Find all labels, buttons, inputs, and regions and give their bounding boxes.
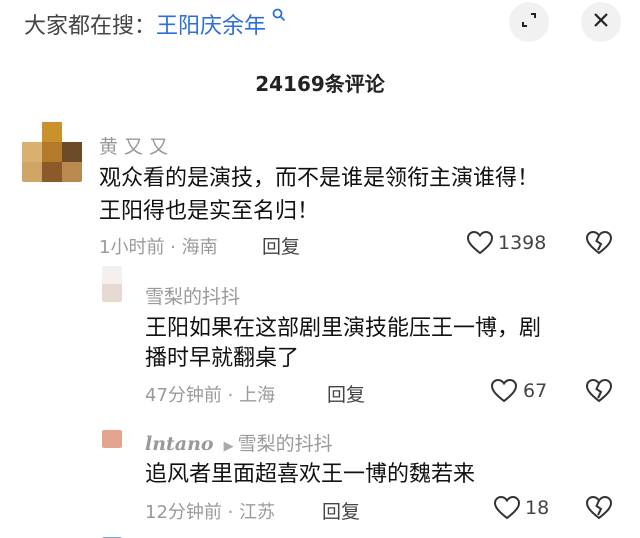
- collapse-button[interactable]: [509, 2, 549, 42]
- comment-text-line1: 观众看的是演技，而不是谁是领衔主演谁得！: [99, 166, 540, 191]
- dislike-button[interactable]: [586, 231, 612, 255]
- reply-username[interactable]: 雪梨的抖抖: [145, 282, 240, 309]
- reply-text-line1: 王阳如果在这部剧里演技能压王一博，剧: [145, 316, 542, 341]
- avatar[interactable]: [102, 266, 122, 302]
- dislike-button[interactable]: [586, 379, 612, 403]
- broken-heart-icon: [586, 231, 612, 255]
- reply-text-line1: 追风者里面超喜欢王一博的魏若来: [145, 462, 476, 487]
- reply-username-line: lntano ▶ 雪梨的抖抖: [145, 429, 333, 456]
- avatar[interactable]: [22, 122, 82, 182]
- avatar[interactable]: [102, 530, 122, 538]
- collapse-icon: [519, 10, 539, 34]
- close-button[interactable]: [581, 2, 621, 42]
- dislike-button[interactable]: [586, 496, 612, 520]
- comment-meta: 1小时前 · 海南: [99, 237, 218, 258]
- broken-heart-icon: [586, 379, 612, 403]
- like-count: 18: [525, 497, 550, 519]
- reply-button[interactable]: 回复: [262, 232, 300, 259]
- like-button[interactable]: [467, 231, 493, 255]
- comment-text-line2: 王阳得也是实至名归！: [99, 199, 320, 224]
- like-count: 1398: [498, 232, 547, 254]
- reply-button[interactable]: 回复: [327, 380, 365, 407]
- comment-count-title: 24169条评论: [255, 72, 385, 96]
- search-suggestion[interactable]: 大家都在搜：王阳庆余年: [24, 8, 286, 40]
- close-icon: [591, 10, 611, 34]
- heart-icon: [494, 496, 520, 520]
- like-button[interactable]: [494, 496, 520, 520]
- reply-button[interactable]: 回复: [322, 497, 360, 524]
- heart-icon: [467, 231, 493, 255]
- like-count: 67: [523, 380, 548, 402]
- search-icon: [268, 8, 286, 26]
- reply-to-arrow-icon: ▶: [223, 439, 234, 454]
- reply-meta: 47分钟前 · 上海: [145, 385, 276, 406]
- reply-meta: 12分钟前 · 江苏: [145, 502, 276, 523]
- broken-heart-icon: [586, 496, 612, 520]
- like-button[interactable]: [491, 379, 517, 403]
- search-suggestion-query[interactable]: 王阳庆余年: [156, 14, 266, 39]
- comment-username[interactable]: 黄 又 又: [99, 132, 168, 159]
- reply-to-username[interactable]: 雪梨的抖抖: [238, 433, 333, 455]
- heart-icon: [491, 379, 517, 403]
- reply-username[interactable]: lntano: [145, 433, 214, 455]
- reply-text-line2: 播时早就翻桌了: [145, 346, 300, 371]
- search-suggestion-prefix: 大家都在搜：: [24, 14, 157, 39]
- avatar[interactable]: [102, 430, 122, 448]
